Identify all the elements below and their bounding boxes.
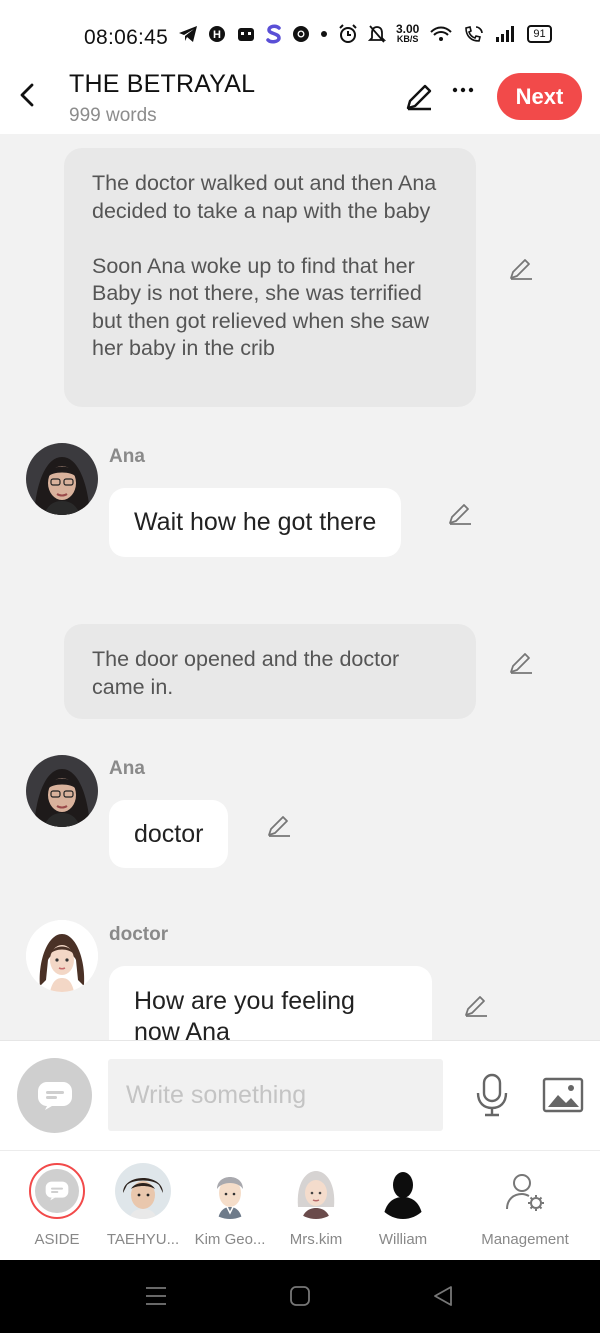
edit-narration-button[interactable] <box>508 256 534 282</box>
wifi-calling-icon <box>463 25 485 43</box>
home-nav-button[interactable] <box>289 1285 311 1312</box>
avatar-ana[interactable] <box>26 755 98 827</box>
system-nav-bar <box>0 1260 600 1333</box>
voice-input-button[interactable] <box>474 1073 510 1117</box>
home-square-icon <box>290 1286 310 1306</box>
avatar-taehyung <box>115 1163 171 1219</box>
chat-area[interactable]: The doctor walked out and then Ana decid… <box>0 134 600 1040</box>
pencil-icon <box>449 504 471 525</box>
network-speed-unit: KB/S <box>396 34 419 44</box>
edit-message-button[interactable] <box>463 993 489 1019</box>
message-bubble[interactable]: doctor <box>109 800 229 868</box>
story-header: THE BETRAYAL 999 words Next <box>0 68 600 134</box>
character-label: Management <box>481 1231 569 1248</box>
edit-narration-button[interactable] <box>508 650 534 676</box>
avatar-william <box>375 1163 431 1219</box>
avatar-doctor-image <box>26 920 98 992</box>
aside-toggle-button[interactable] <box>17 1058 92 1133</box>
avatar-ana-image <box>26 755 98 827</box>
chevron-left-icon <box>20 83 34 107</box>
alarm-icon <box>338 24 358 44</box>
speaker-name: Ana <box>109 758 145 779</box>
edit-message-button[interactable] <box>266 813 292 839</box>
app-cat-icon <box>236 25 256 43</box>
telegram-icon <box>178 25 198 43</box>
avatar-mrs-kim <box>288 1163 344 1219</box>
mute-bell-icon <box>368 24 386 44</box>
character-mrs-kim[interactable]: Mrs.kim <box>271 1163 361 1248</box>
next-button[interactable]: Next <box>497 73 582 120</box>
back-triangle-icon <box>434 1286 452 1306</box>
story-title: THE BETRAYAL <box>69 70 256 98</box>
avatar-ana-image <box>26 443 98 515</box>
character-label: TAEHYU... <box>106 1231 180 1248</box>
character-william[interactable]: William <box>358 1163 448 1248</box>
message-input[interactable] <box>108 1059 443 1131</box>
chrome-icon <box>292 25 310 43</box>
wifi-icon <box>429 25 453 43</box>
menu-nav-button[interactable] <box>145 1285 167 1312</box>
battery-indicator: 91 <box>527 25 552 43</box>
message-bubble[interactable]: How are you feeling now Ana <box>109 966 432 1040</box>
more-options-button[interactable] <box>451 78 475 109</box>
more-dots-icon <box>452 87 474 93</box>
management-icon <box>497 1163 553 1219</box>
character-taehyung[interactable]: TAEHYU... <box>98 1163 188 1248</box>
microphone-icon <box>476 1073 508 1117</box>
avatar-kim-geo <box>202 1163 258 1219</box>
message-bubble[interactable]: Wait how he got there <box>109 488 402 557</box>
character-label: ASIDE <box>34 1231 80 1248</box>
status-icons: H 3.00 KB/S 91 <box>178 22 552 44</box>
speaker-name: doctor <box>109 924 169 945</box>
edit-title-button[interactable] <box>404 82 434 112</box>
character-management[interactable]: Management <box>475 1163 575 1248</box>
svg-text:H: H <box>213 29 221 41</box>
pencil-icon <box>406 84 432 111</box>
avatar-ana[interactable] <box>26 443 98 515</box>
insert-image-button[interactable] <box>542 1077 584 1113</box>
character-kim-geo[interactable]: Kim Geo... <box>185 1163 275 1248</box>
dot-icon <box>320 30 328 38</box>
network-speed: 3.00 KB/S <box>396 22 420 44</box>
back-button[interactable] <box>14 80 42 110</box>
aside-avatar <box>29 1163 85 1219</box>
pencil-icon <box>510 259 532 280</box>
network-speed-value: 3.00 <box>396 22 420 36</box>
signal-icon <box>495 25 517 43</box>
chat-bubble-icon <box>37 1081 72 1110</box>
speaker-name: Ana <box>109 446 145 467</box>
edit-message-button[interactable] <box>447 501 473 527</box>
narration-block[interactable]: The door opened and the doctor came in. <box>64 624 476 719</box>
pencil-icon <box>465 996 487 1017</box>
pencil-icon <box>510 653 532 674</box>
character-label: William <box>378 1231 428 1248</box>
image-icon <box>542 1077 584 1113</box>
chat-bubble-icon <box>45 1181 69 1201</box>
character-aside[interactable]: ASIDE <box>12 1163 102 1248</box>
status-time: 08:06:45 <box>84 26 169 49</box>
character-label: Kim Geo... <box>194 1231 266 1248</box>
status-bar: 08:06:45 H 3.00 KB/S 91 <box>0 0 600 68</box>
character-selector: ASIDE TAEHYU... Kim Geo... Mrs.kim Willi… <box>0 1150 600 1260</box>
avatar-doctor[interactable] <box>26 920 98 992</box>
app-s-icon <box>266 24 282 44</box>
pencil-icon <box>268 816 290 837</box>
menu-lines-icon <box>146 1287 166 1305</box>
character-label: Mrs.kim <box>289 1231 343 1248</box>
word-count: 999 words <box>69 105 157 126</box>
app-h-icon: H <box>208 25 226 43</box>
back-nav-button[interactable] <box>432 1285 454 1312</box>
message-input-bar <box>0 1040 600 1150</box>
narration-block[interactable]: The doctor walked out and then Ana decid… <box>64 148 476 407</box>
